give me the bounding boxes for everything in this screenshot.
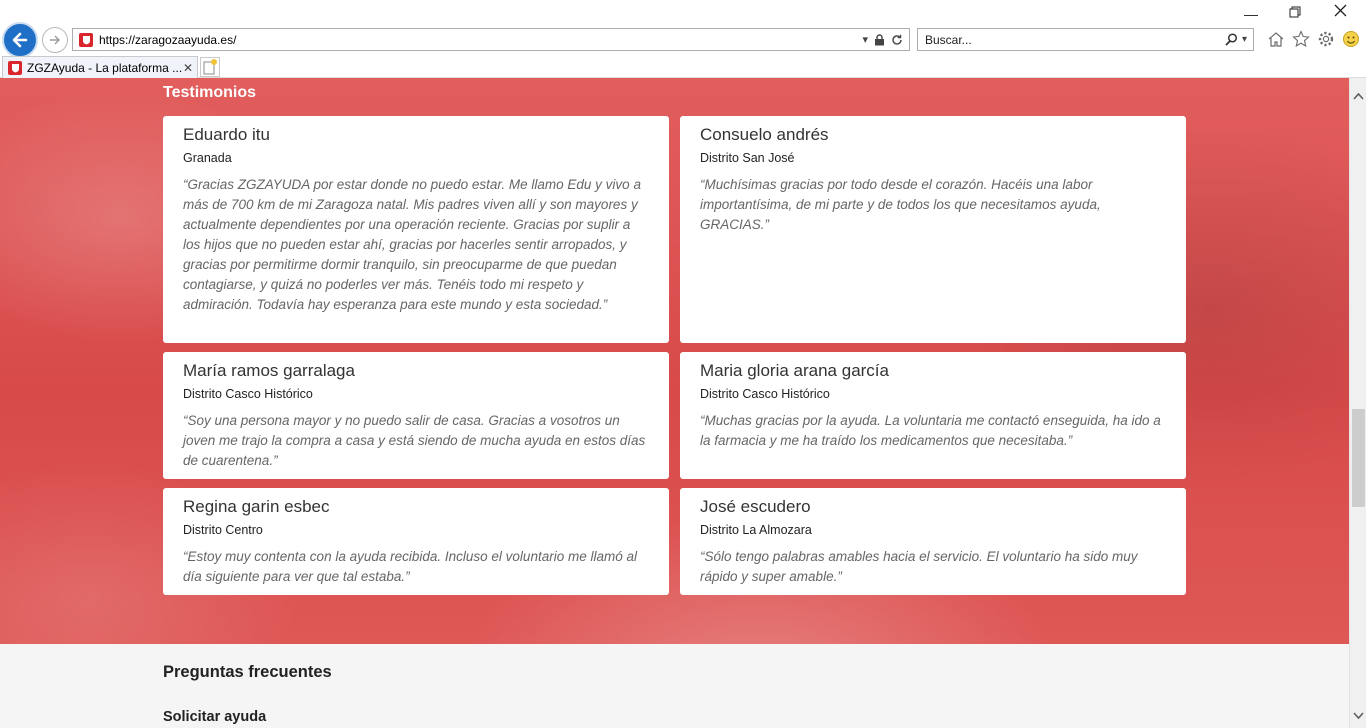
testimonial-quote: “Sólo tengo palabras amables hacia el se… xyxy=(700,549,1138,584)
vertical-scrollbar[interactable] xyxy=(1349,78,1366,728)
testimonial-place: Distrito Casco Histórico xyxy=(700,387,830,401)
testimonial-name: Eduardo itu xyxy=(183,125,270,144)
favorites-star-icon[interactable] xyxy=(1291,29,1311,49)
testimonial-place: Distrito Casco Histórico xyxy=(183,387,313,401)
testimonial-card: Maria gloria arana garcía Distrito Casco… xyxy=(680,352,1186,479)
testimonial-quote: “Estoy muy contenta con la ayuda recibid… xyxy=(183,549,637,584)
arrow-right-icon xyxy=(50,35,60,45)
page-content: Testimonios Eduardo itu Granada “Gracias… xyxy=(0,78,1349,728)
tab-title: ZGZAyuda - La plataforma ... xyxy=(27,60,183,75)
testimonial-quote: “Muchísimas gracias por todo desde el co… xyxy=(700,177,1101,232)
testimonial-name: María ramos garralaga xyxy=(183,361,355,380)
restore-icon[interactable] xyxy=(1289,5,1301,21)
testimonial-name: Regina garin esbec xyxy=(183,497,330,516)
scroll-down-icon[interactable] xyxy=(1353,712,1364,723)
testimonial-card: Consuelo andrés Distrito San José “Muchí… xyxy=(680,116,1186,343)
gear-icon[interactable] xyxy=(1316,29,1336,49)
url-text[interactable]: https://zaragozaayuda.es/ xyxy=(99,33,862,47)
new-tab-icon xyxy=(203,59,217,75)
testimonial-place: Granada xyxy=(183,151,232,165)
testimonial-card: Regina garin esbec Distrito Centro “Esto… xyxy=(163,488,669,595)
site-favicon-icon xyxy=(79,32,93,47)
new-tab-button[interactable] xyxy=(200,57,220,77)
search-box[interactable]: Buscar... ▾ xyxy=(917,28,1254,51)
testimonial-quote: “Soy una persona mayor y no puedo salir … xyxy=(183,413,646,468)
testimonial-place: Distrito Centro xyxy=(183,523,263,537)
search-input[interactable]: Buscar... xyxy=(918,33,1225,47)
scrollbar-thumb[interactable] xyxy=(1352,409,1365,507)
browser-chrome: — https://zaragozaayuda.es/ ▾ Buscar... … xyxy=(0,0,1366,78)
refresh-icon[interactable] xyxy=(891,34,903,46)
testimonial-name: José escudero xyxy=(700,497,811,516)
testimonial-quote: “Gracias ZGZAYUDA por estar donde no pue… xyxy=(183,177,641,312)
tab-favicon-icon xyxy=(8,60,22,75)
testimonial-place: Distrito San José xyxy=(700,151,795,165)
search-icon[interactable] xyxy=(1225,33,1238,46)
arrow-left-icon xyxy=(12,32,28,48)
tab-close-icon[interactable]: ✕ xyxy=(183,61,193,75)
home-icon[interactable] xyxy=(1266,29,1286,49)
scroll-up-icon[interactable] xyxy=(1353,92,1364,103)
testimonial-name: Consuelo andrés xyxy=(700,125,829,144)
search-dropdown-icon[interactable]: ▾ xyxy=(1242,34,1247,45)
minimize-icon[interactable]: — xyxy=(1244,6,1258,22)
faq-title: Preguntas frecuentes xyxy=(163,663,332,681)
lock-icon[interactable] xyxy=(874,33,885,46)
tab-zgzayuda[interactable]: ZGZAyuda - La plataforma ... ✕ xyxy=(2,56,198,78)
tab-bar: ZGZAyuda - La plataforma ... ✕ xyxy=(0,55,1366,78)
testimonial-quote: “Muchas gracias por la ayuda. La volunta… xyxy=(700,413,1161,448)
dropdown-icon[interactable]: ▾ xyxy=(862,33,868,46)
testimonial-card: Eduardo itu Granada “Gracias ZGZAYUDA po… xyxy=(163,116,669,343)
testimonial-name: Maria gloria arana garcía xyxy=(700,361,889,380)
testimonial-card: María ramos garralaga Distrito Casco His… xyxy=(163,352,669,479)
faq-subtitle[interactable]: Solicitar ayuda xyxy=(163,709,266,725)
testimonials-title: Testimonios xyxy=(163,84,257,101)
forward-button[interactable] xyxy=(42,27,68,53)
testimonial-place: Distrito La Almozara xyxy=(700,523,812,537)
testimonials-section: Testimonios Eduardo itu Granada “Gracias… xyxy=(0,78,1349,644)
close-window-icon[interactable] xyxy=(1334,4,1347,20)
back-button[interactable] xyxy=(2,22,38,58)
address-bar[interactable]: https://zaragozaayuda.es/ ▾ xyxy=(72,28,910,51)
testimonial-card: José escudero Distrito La Almozara “Sólo… xyxy=(680,488,1186,595)
smiley-feedback-icon[interactable] xyxy=(1341,29,1361,49)
